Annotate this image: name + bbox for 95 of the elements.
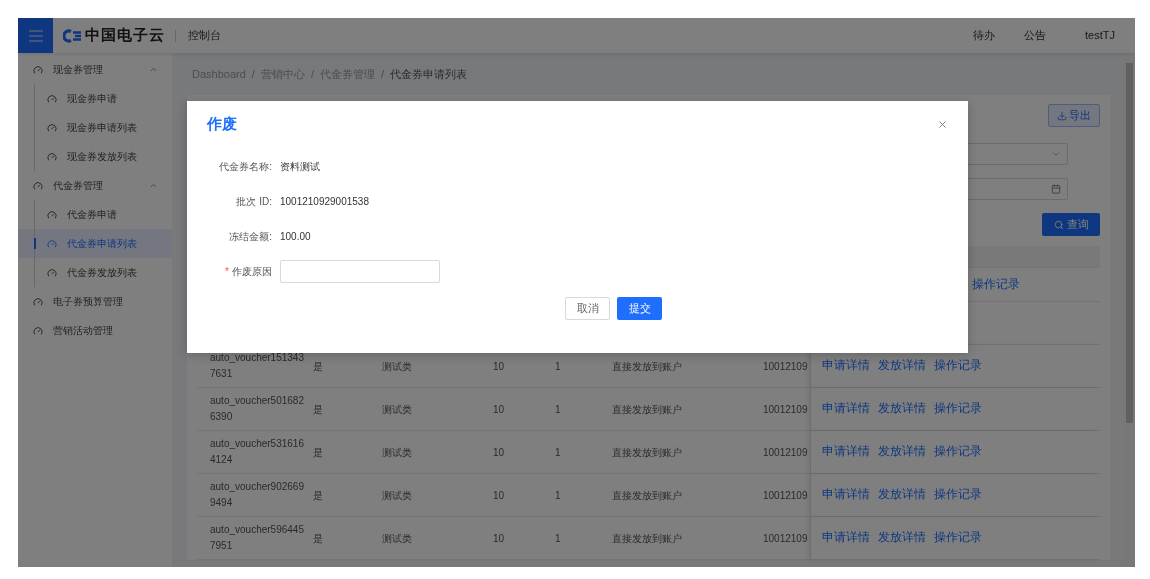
table-cell-text: auto_voucher5016826390 — [209, 394, 305, 424]
chevron-icon — [1051, 149, 1061, 159]
field-label: 代金券名称: — [219, 160, 272, 174]
table-cell-text: 10 — [492, 531, 506, 546]
action-link[interactable]: 申请详情 — [822, 400, 870, 418]
action-link[interactable]: 操作记录 — [934, 443, 982, 461]
table-cell-text: 测试类 — [381, 488, 413, 503]
table-cell-text: 直接发放到账户 — [611, 402, 683, 417]
chevron-icon — [149, 181, 158, 190]
table-cell-text: 测试类 — [381, 402, 413, 417]
table-cell-text: 10012109 — [763, 445, 809, 460]
table-cell-text: 1 — [554, 488, 562, 503]
table-cell-text: 1 — [554, 445, 562, 460]
field-label: 冻结金额: — [229, 230, 272, 244]
table-cell-text: auto_voucher1513437631 — [209, 351, 305, 381]
action-link[interactable]: 操作记录 — [972, 275, 1020, 294]
breadcrumb-separator: / — [251, 66, 255, 82]
table-cell-text: 测试类 — [381, 531, 413, 546]
table-cell-text: 1 — [554, 359, 562, 374]
table-cell-text: 10 — [492, 359, 506, 374]
sidebar-item[interactable]: 代金券申请列表 — [18, 229, 172, 258]
gauge-icon — [47, 209, 57, 220]
action-link[interactable]: 申请详情 — [822, 443, 870, 461]
table-cell-text: 是 — [312, 359, 324, 374]
action-link[interactable]: 发放详情 — [878, 443, 926, 461]
input-field[interactable] — [280, 260, 440, 283]
table-cell-text: 直接发放到账户 — [611, 445, 683, 460]
breadcrumb-separator: / — [310, 66, 314, 82]
table-cell-text: 直接发放到账户 — [611, 488, 683, 503]
breadcrumb-separator: / — [380, 66, 384, 82]
table-cell-text: 10 — [492, 488, 506, 503]
gauge-icon — [33, 64, 43, 75]
menu-button[interactable] — [18, 18, 53, 53]
field-value: 1001210929001538 — [280, 195, 369, 209]
dialog-title: 作废 — [207, 113, 238, 134]
field-label: 批次 ID: — [236, 195, 272, 209]
gauge-icon — [33, 296, 43, 307]
breadcrumb-item: 代金券申请列表 — [390, 66, 467, 82]
gauge-icon — [33, 325, 43, 336]
table-cell-text: auto_voucher9026699494 — [209, 480, 305, 510]
table-cell-text: 10012109 — [763, 488, 809, 503]
cancel-button[interactable]: 取消 — [565, 297, 610, 320]
table-cell-text: 10012109 — [763, 402, 809, 417]
required-mark: * — [225, 265, 229, 279]
action-link[interactable]: 发放详情 — [878, 400, 926, 418]
gauge-icon — [33, 180, 43, 191]
gauge-icon — [47, 93, 57, 104]
table-cell-text: 测试类 — [381, 359, 413, 374]
action-link[interactable]: 申请详情 — [822, 357, 870, 375]
field-value: 100.00 — [280, 230, 311, 244]
table-cell-text: 测试类 — [381, 445, 413, 460]
close-icon[interactable] — [937, 118, 948, 130]
table-cell-text: 是 — [312, 445, 324, 460]
query-button[interactable]: 查询 — [1042, 213, 1100, 236]
table-cell-text: 直接发放到账户 — [611, 531, 683, 546]
logo-icon — [63, 28, 83, 43]
action-link[interactable]: 发放详情 — [878, 486, 926, 504]
user-name[interactable]: testTJ — [1085, 27, 1115, 44]
nav-link[interactable]: 公告 — [1024, 27, 1047, 44]
table-cell-text: 直接发放到账户 — [611, 359, 683, 374]
table-cell-text: 10 — [492, 445, 506, 460]
gauge-icon — [47, 122, 57, 133]
gauge-icon — [47, 238, 57, 249]
table-cell-text: 10 — [492, 402, 506, 417]
export-button[interactable]: 导出 — [1048, 104, 1100, 127]
action-link[interactable]: 申请详情 — [822, 486, 870, 504]
table-cell-text: auto_voucher5316164124 — [209, 437, 305, 467]
field-value: 资料测试 — [280, 160, 320, 174]
action-link[interactable]: 操作记录 — [934, 529, 982, 547]
gauge-icon — [47, 151, 57, 162]
table-cell-text: 10012109 — [763, 531, 809, 546]
action-link[interactable]: 操作记录 — [934, 486, 982, 504]
nav-link[interactable]: 待办 — [973, 27, 996, 44]
calendar-icon — [1051, 184, 1061, 194]
action-link[interactable]: 申请详情 — [822, 529, 870, 547]
action-link[interactable]: 操作记录 — [934, 400, 982, 418]
action-link[interactable]: 发放详情 — [878, 529, 926, 547]
table-cell-text: 是 — [312, 488, 324, 503]
action-link[interactable]: 操作记录 — [934, 357, 982, 375]
chevron-icon — [149, 65, 158, 74]
table-cell-text: 是 — [312, 531, 324, 546]
menu-icon — [28, 29, 43, 42]
table-cell-text: 1 — [554, 402, 562, 417]
brand-name: 中国电子云 — [85, 25, 165, 46]
download-icon — [1057, 110, 1067, 121]
table-cell-text: 是 — [312, 402, 324, 417]
console-label: 控制台 — [188, 28, 221, 44]
search-icon — [1053, 219, 1064, 230]
field-label: 作废原因 — [232, 265, 272, 279]
gauge-icon — [47, 267, 57, 278]
table-cell-text: auto_voucher5964457951 — [209, 523, 305, 553]
action-link[interactable]: 发放详情 — [878, 357, 926, 375]
table-cell-text: 10012109 — [763, 359, 809, 374]
table-cell-text: 1 — [554, 531, 562, 546]
submit-button[interactable]: 提交 — [617, 297, 662, 320]
